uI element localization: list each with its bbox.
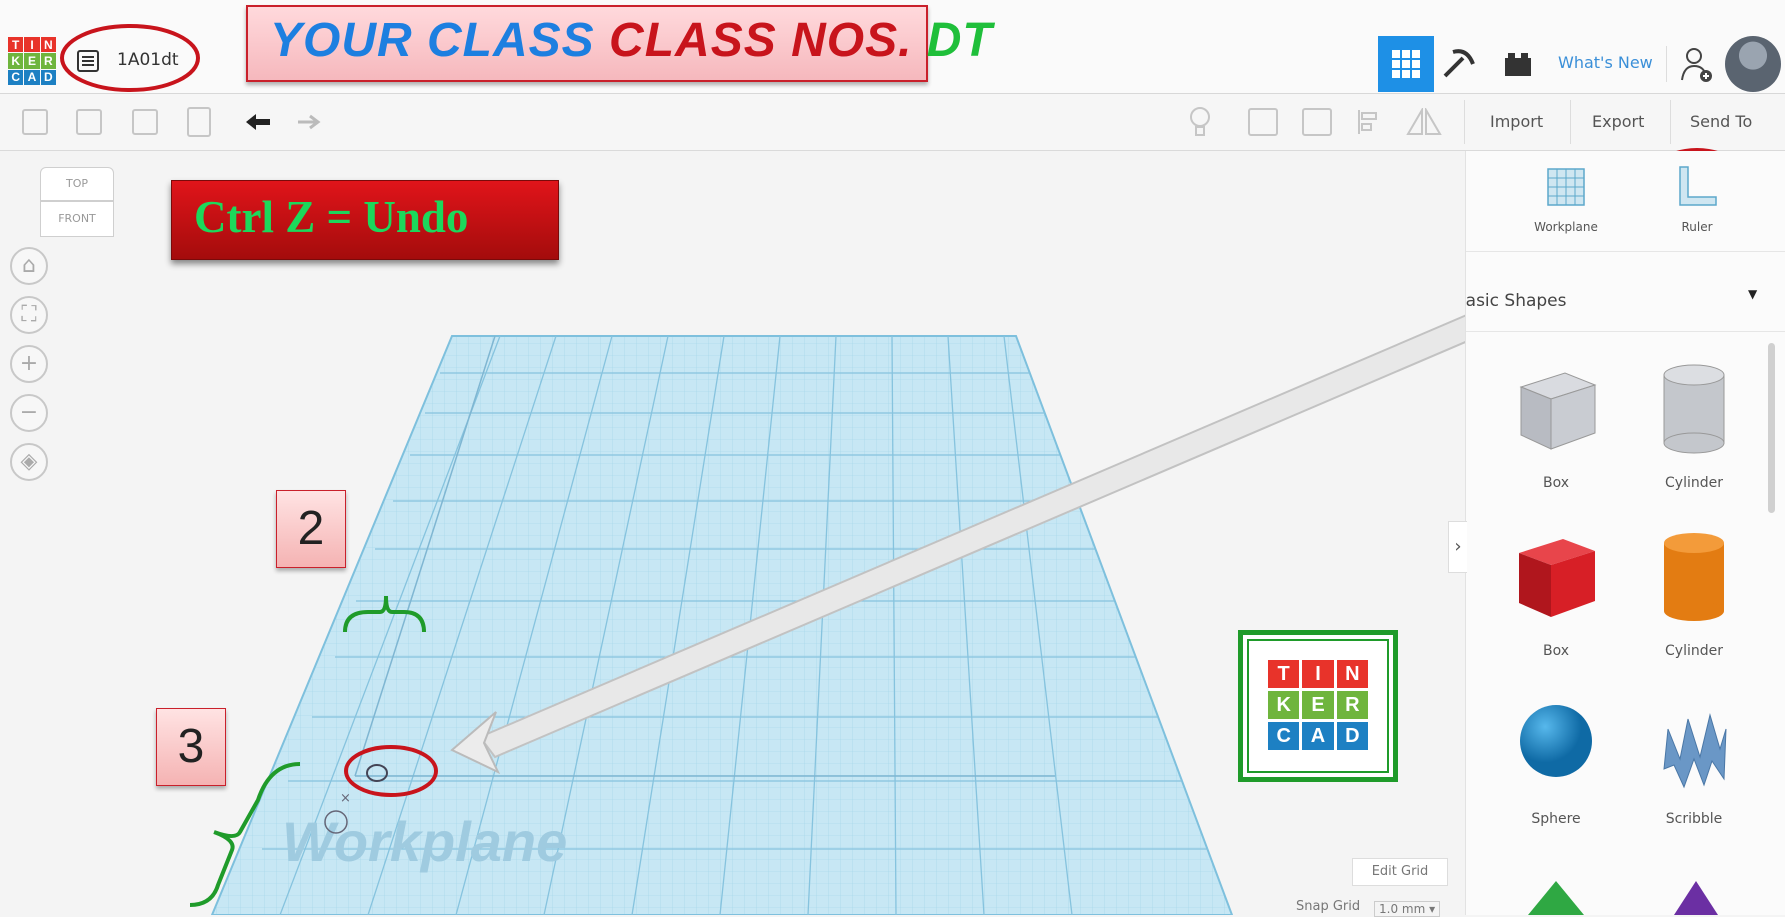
- workplane-label[interactable]: Workplane: [1511, 220, 1621, 234]
- cylinder-icon: [1664, 533, 1724, 621]
- badge-letter: N: [1336, 660, 1368, 688]
- shape-tile-cylinder-transparent[interactable]: Cylinder: [1634, 351, 1754, 501]
- shape-label: Cylinder: [1665, 475, 1723, 491]
- badge-letter: R: [1336, 691, 1368, 719]
- shape-label: Cylinder: [1665, 643, 1723, 659]
- separator: [1466, 251, 1785, 252]
- shape-tile-box-transparent[interactable]: Box: [1496, 351, 1616, 501]
- shape-label: Box: [1542, 643, 1570, 659]
- sphere-icon: [1520, 705, 1592, 777]
- category-select[interactable]: Basic Shapes ▼: [1466, 261, 1785, 319]
- category-label: Basic Shapes: [1454, 291, 1567, 311]
- box-icon: [1519, 539, 1595, 617]
- ruler-label[interactable]: Ruler: [1642, 220, 1752, 234]
- shapes-panel: › Workplane Ruler Basic Shapes ▼ Box Cyl…: [1448, 151, 1785, 915]
- box-hole-icon: [1519, 372, 1597, 450]
- separator: [1466, 331, 1785, 332]
- badge-letter: E: [1302, 691, 1334, 719]
- workplane-icon[interactable]: [1546, 167, 1586, 207]
- ruler-icon[interactable]: [1676, 165, 1718, 209]
- shape-label: Scribble: [1665, 811, 1723, 827]
- scribble-icon: [1663, 713, 1727, 789]
- cylinder-hole-icon: [1663, 364, 1725, 454]
- chevron-down-icon: ▼: [1748, 287, 1758, 301]
- shape-tile-box[interactable]: Box: [1496, 519, 1616, 669]
- shape-tile-cylinder[interactable]: Cylinder: [1634, 519, 1754, 669]
- shape-label: Sphere: [1531, 811, 1581, 827]
- shape-peek-pyramid-icon[interactable]: [1666, 873, 1726, 915]
- badge-letter: K: [1268, 691, 1300, 719]
- panel-scrollbar[interactable]: [1768, 343, 1775, 513]
- collapse-panel-button[interactable]: ›: [1448, 521, 1467, 573]
- badge-letter: I: [1302, 660, 1334, 688]
- badge-letter: A: [1302, 722, 1334, 750]
- shape-tile-sphere[interactable]: Sphere: [1496, 687, 1616, 837]
- badge-letter: T: [1268, 660, 1300, 688]
- shape-peek-roof-icon[interactable]: [1526, 873, 1586, 915]
- shape-label: Box: [1542, 475, 1570, 491]
- tinkercad-logo-badge: T I N K E R C A D: [1238, 630, 1398, 782]
- badge-letter: D: [1336, 722, 1368, 750]
- shape-tile-scribble[interactable]: Scribble: [1634, 687, 1754, 837]
- badge-letter: C: [1268, 722, 1300, 750]
